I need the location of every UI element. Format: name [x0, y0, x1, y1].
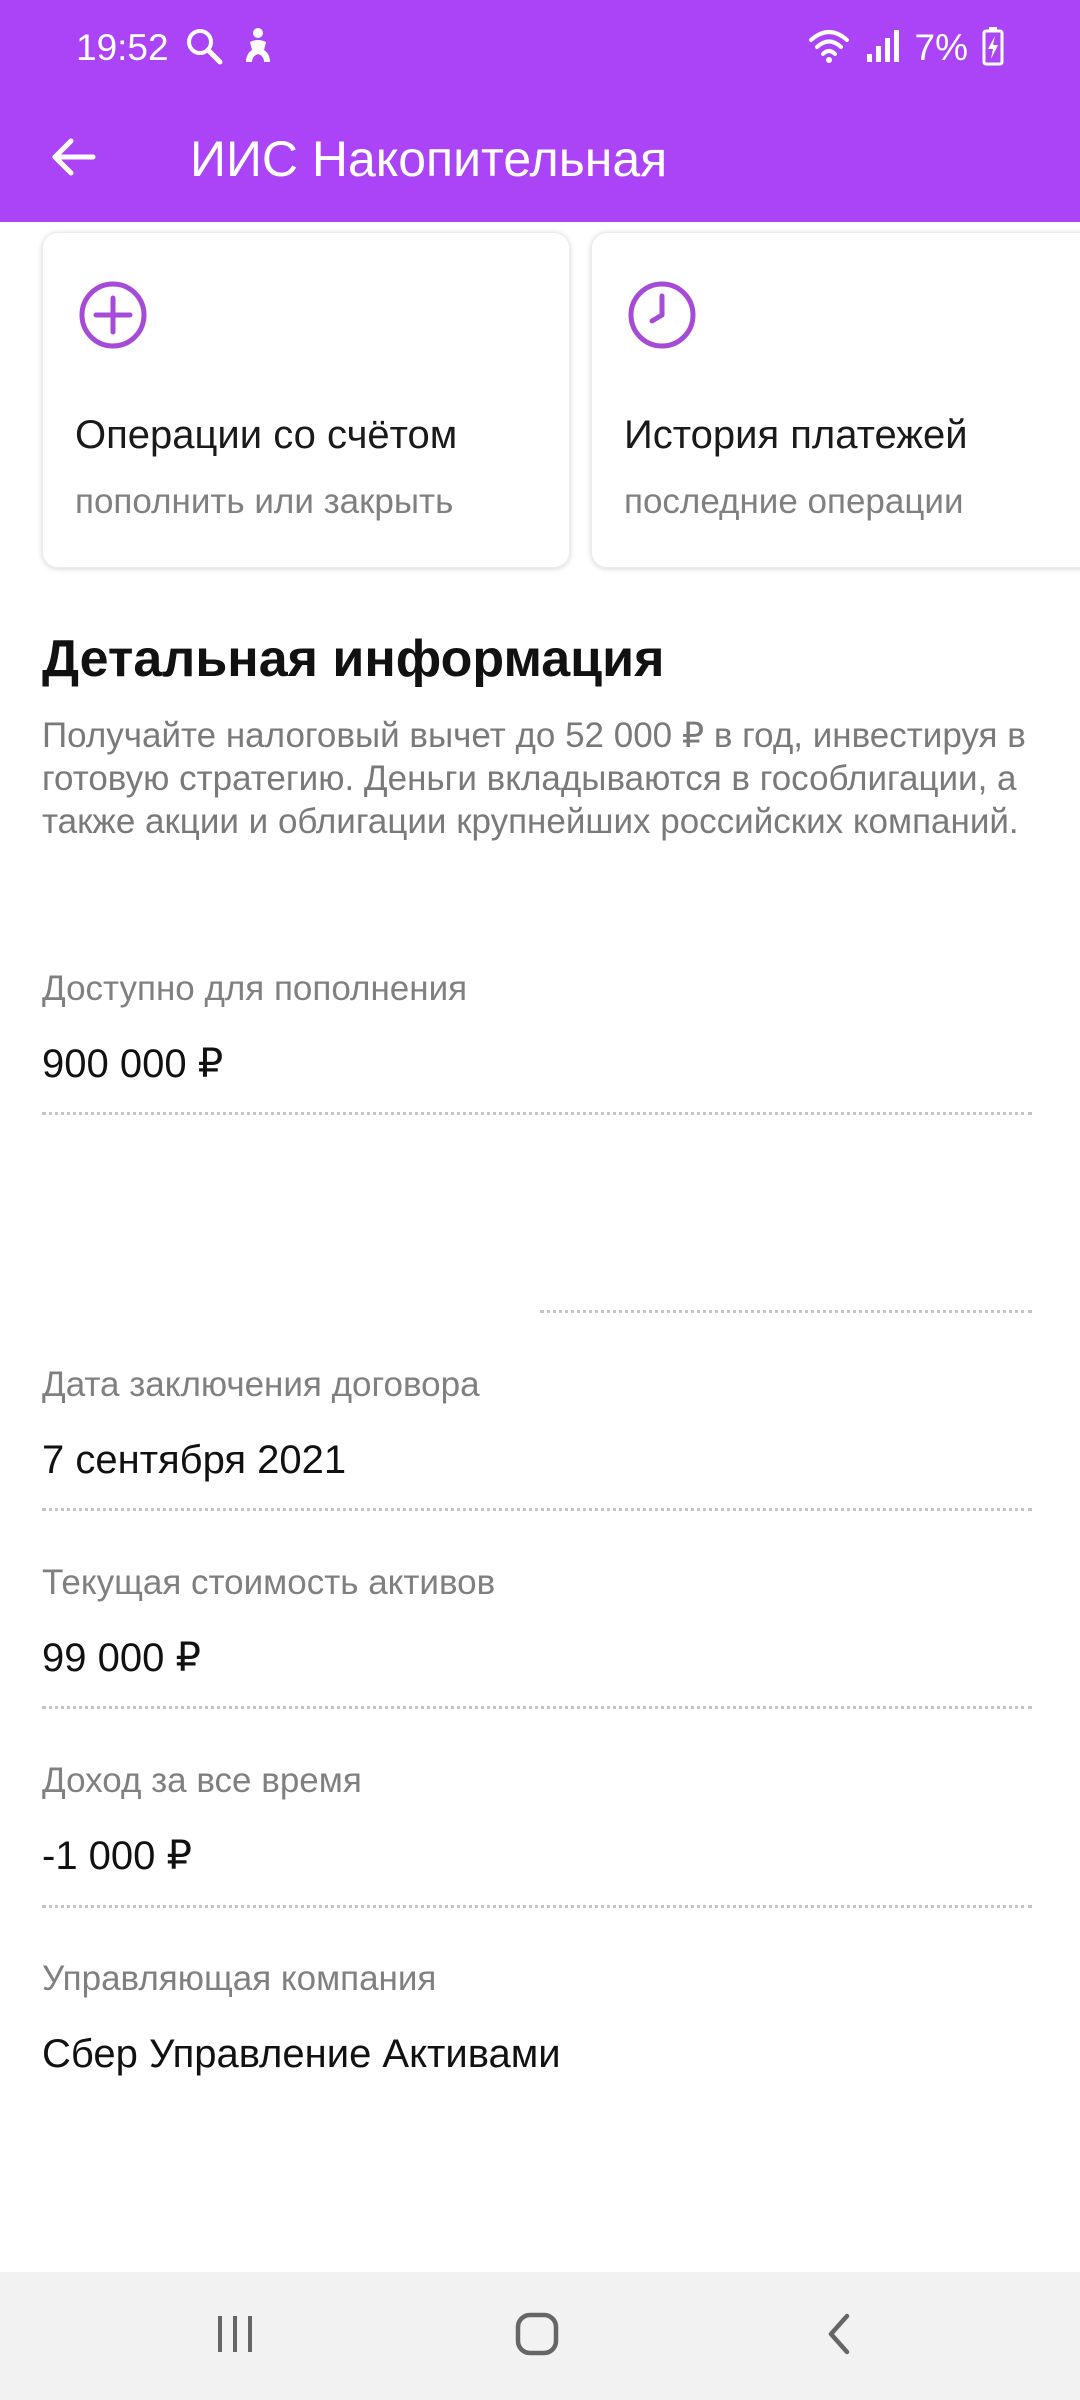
system-nav-bar	[0, 2272, 1080, 2400]
clock-icon	[624, 277, 700, 353]
field-available-topup: Доступно для пополнения 900 000 ₽	[42, 966, 1032, 1090]
field-value: Сбер Управление Активами	[42, 2032, 561, 2076]
field-value: 99 000 ₽	[42, 1636, 201, 1680]
accessibility-icon	[240, 26, 276, 71]
home-icon	[513, 2310, 561, 2363]
field-label: Доход за все время	[42, 1761, 362, 1800]
arrow-left-icon	[49, 133, 97, 186]
app-header: 19:52 7% ИИС Накопительная	[0, 0, 1080, 222]
details-description: Получайте налоговый вычет до 52 000 ₽ в …	[42, 716, 1026, 841]
signal-icon	[865, 26, 901, 71]
field-label: Текущая стоимость активов	[42, 1563, 496, 1602]
recents-icon	[212, 2311, 258, 2362]
battery-charging-icon	[982, 26, 1004, 71]
card-subtitle: последние операции	[624, 482, 964, 521]
back-icon	[819, 2310, 859, 2363]
divider	[42, 1706, 1032, 1709]
field-label: Управляющая компания	[42, 1959, 437, 1998]
field-value: 900 000 ₽	[42, 1042, 224, 1086]
status-icons-right: 7%	[807, 26, 1004, 70]
field-management-company: Управляющая компания Сбер Управление Акт…	[42, 1956, 1032, 2080]
recents-button[interactable]	[190, 2296, 280, 2376]
plus-circle-icon	[75, 277, 151, 353]
status-icons-left	[184, 26, 276, 70]
battery-level: 7%	[914, 27, 968, 68]
field-label: Доступно для пополнения	[42, 969, 468, 1008]
status-bar: 19:52 7%	[0, 0, 1080, 96]
divider	[42, 1508, 1032, 1511]
field-value: 7 сентября 2021	[42, 1438, 347, 1482]
field-total-income: Доход за все время -1 000 ₽	[42, 1758, 1032, 1882]
nav-back-button[interactable]	[794, 2296, 884, 2376]
field-label: Дата заключения договора	[42, 1365, 480, 1404]
account-operations-card[interactable]: Операции со счётом пополнить или закрыть	[42, 232, 570, 568]
field-value: -1 000 ₽	[42, 1834, 192, 1878]
divider	[540, 1310, 1032, 1313]
page-title: ИИС Накопительная	[190, 131, 668, 187]
app-bar: ИИС Накопительная	[0, 96, 1080, 222]
card-title: История платежей	[624, 413, 968, 457]
home-button[interactable]	[492, 2296, 582, 2376]
divider	[42, 1905, 1032, 1908]
field-contract-date: Дата заключения договора 7 сентября 2021	[42, 1362, 1032, 1486]
card-title: Операции со счётом	[75, 413, 458, 457]
search-icon	[184, 26, 224, 71]
field-current-assets: Текущая стоимость активов 99 000 ₽	[42, 1560, 1032, 1684]
details-title: Детальная информация	[42, 630, 665, 688]
wifi-icon	[807, 26, 851, 71]
back-button[interactable]	[30, 116, 116, 202]
divider	[42, 1112, 1032, 1115]
card-subtitle: пополнить или закрыть	[75, 482, 454, 521]
status-time: 19:52	[76, 27, 169, 68]
payment-history-card[interactable]: История платежей последние операции	[591, 232, 1080, 568]
